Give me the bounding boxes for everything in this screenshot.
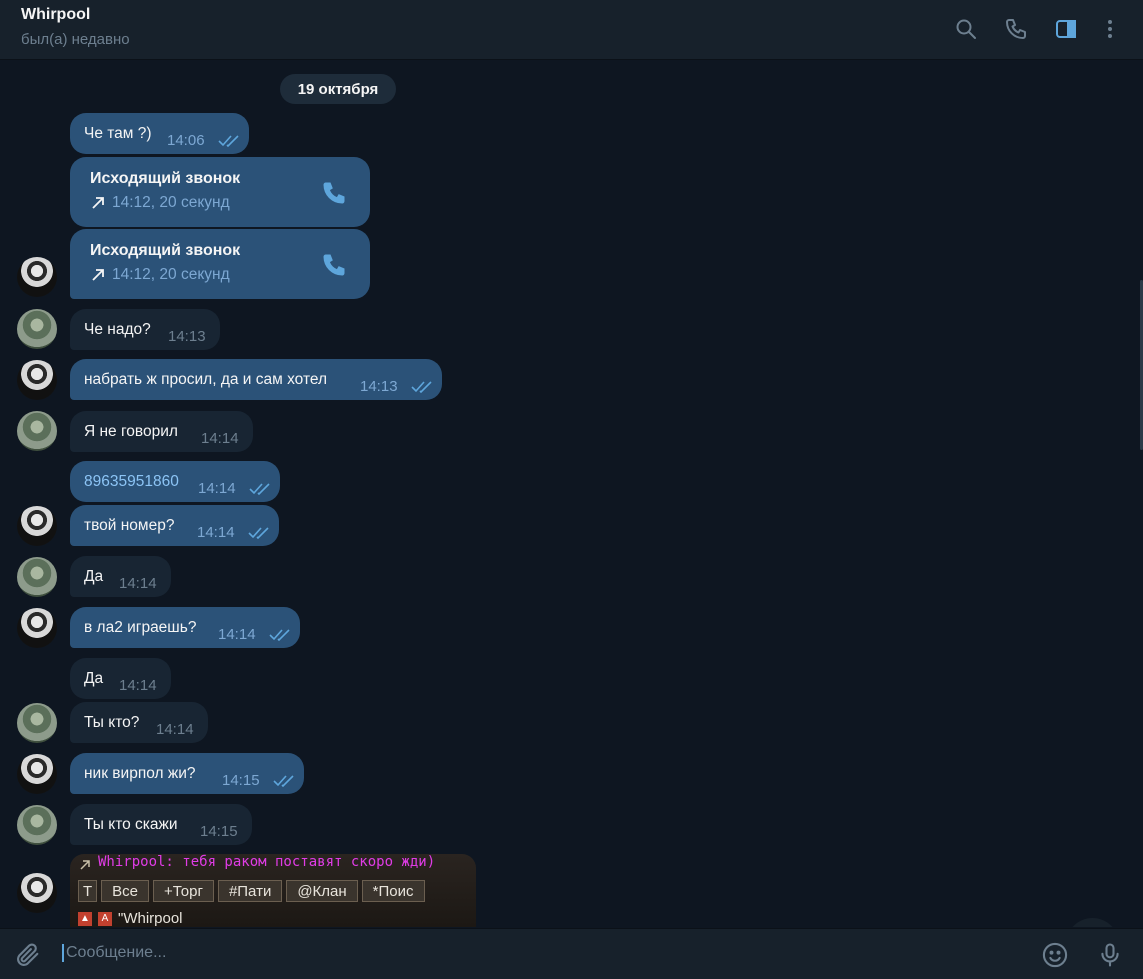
read-checks-icon [269,629,290,641]
message-time: 14:14 [201,430,239,447]
message-incoming[interactable]: Че надо? 14:13 [70,309,220,350]
avatar[interactable] [17,608,57,648]
message-list[interactable]: 19 октября Че там ?) 14:06 Исходящий зво… [0,61,1143,927]
avatar[interactable] [17,360,57,400]
avatar[interactable] [17,557,57,597]
scroll-to-bottom-button[interactable] [1066,918,1119,927]
message-time: 14:13 [168,328,206,345]
message-incoming[interactable]: Ты кто скажи 14:15 [70,804,252,845]
phone-number-link[interactable]: 89635951860 [84,473,179,491]
attach-icon[interactable] [12,939,44,971]
message-time: 14:14 [198,480,236,497]
message-time: 14:14 [156,721,194,738]
message-incoming[interactable]: Я не говорил 14:14 [70,411,253,452]
message-text: твой номер? [84,517,175,534]
message-text: Да [84,568,104,585]
avatar[interactable] [17,257,57,297]
message-text: Я не говорил [84,423,178,440]
message-time: 14:06 [167,132,205,149]
message-time: 14:13 [360,378,398,395]
message-time: 14:15 [200,823,238,840]
message-text: набрать ж просил, да и сам хотел [84,371,328,388]
message-text: Че там ?) [84,125,152,142]
sidebar-toggle-icon[interactable] [1051,14,1081,44]
microphone-icon[interactable] [1094,939,1126,971]
message-time: 14:14 [218,626,256,643]
message-text: в ла2 играешь? [84,619,197,636]
call-message[interactable]: Исходящий звонок 14:12, 20 секунд [70,229,370,299]
message-text: Да [84,670,104,687]
game-name-line: "Whirpool [118,910,183,927]
search-icon[interactable] [951,14,981,44]
outgoing-arrow-icon [92,197,104,209]
message-incoming[interactable]: Да 14:14 [70,556,171,597]
message-outgoing[interactable]: твой номер? 14:14 [70,505,279,546]
call-detail: 14:12, 20 секунд [112,194,230,211]
more-vertical-icon[interactable] [1095,14,1125,44]
avatar[interactable] [17,506,57,546]
avatar[interactable] [17,411,57,451]
message-outgoing[interactable]: 89635951860 14:14 [70,461,280,502]
emoji-icon[interactable] [1039,939,1071,971]
outgoing-arrow-icon [92,269,104,281]
message-composer: Сообщение... [0,928,1143,979]
date-separator: 19 октября [280,74,396,104]
game-tab-icon: Т [78,880,98,902]
avatar[interactable] [17,703,57,743]
message-text: Ты кто скажи [84,816,178,833]
phone-icon[interactable] [1001,14,1031,44]
game-chat-tabs: Т Все +Торг #Пати @Клан *Поис [78,880,425,902]
call-back-phone-icon[interactable] [320,251,348,279]
avatar[interactable] [17,805,57,845]
message-incoming[interactable]: Ты кто? 14:14 [70,702,208,743]
message-text: Ты кто? [84,714,140,731]
game-chat-arrow-icon [80,860,90,870]
read-checks-icon [411,381,432,393]
call-detail: 14:12, 20 секунд [112,266,230,283]
image-message[interactable]: Whirpool: тебя раком поставят скоро жди)… [70,854,476,927]
game-badge-icon: A [98,911,112,926]
message-outgoing[interactable]: ник вирпол жи? 14:15 [70,753,304,794]
game-tab: @Клан [286,880,358,902]
call-title: Исходящий звонок [90,242,241,259]
message-outgoing[interactable]: Че там ?) 14:06 [70,113,249,154]
read-checks-icon [218,135,239,147]
chat-title[interactable]: Whirpool [21,6,90,24]
read-checks-icon [273,775,294,787]
game-user-icon: ▲ [78,911,92,926]
message-time: 14:14 [197,524,235,541]
message-time: 14:14 [119,575,157,592]
message-text: Че надо? [84,321,151,338]
message-outgoing[interactable]: в ла2 играешь? 14:14 [70,607,300,648]
message-outgoing[interactable]: набрать ж просил, да и сам хотел 14:13 [70,359,442,400]
avatar[interactable] [17,873,57,913]
call-back-phone-icon[interactable] [320,179,348,207]
message-text: ник вирпол жи? [84,765,196,782]
game-tab: Все [101,880,150,902]
last-seen-status: был(а) недавно [21,31,130,48]
read-checks-icon [248,527,269,539]
call-title: Исходящий звонок [90,170,241,187]
call-message[interactable]: Исходящий звонок 14:12, 20 секунд [70,157,370,227]
game-chat-line: Whirpool: тебя раком поставят скоро жди) [98,854,436,870]
avatar[interactable] [17,754,57,794]
message-input[interactable]: Сообщение... [62,944,166,962]
game-tab: #Пати [217,880,283,902]
game-tab: +Торг [153,880,214,902]
message-time: 14:15 [222,772,260,789]
chat-header: Whirpool был(а) недавно [0,0,1143,60]
message-incoming[interactable]: Да 14:14 [70,658,171,699]
avatar[interactable] [17,309,57,349]
game-tab: *Поис [361,880,425,902]
message-time: 14:14 [119,677,157,694]
read-checks-icon [249,483,270,495]
